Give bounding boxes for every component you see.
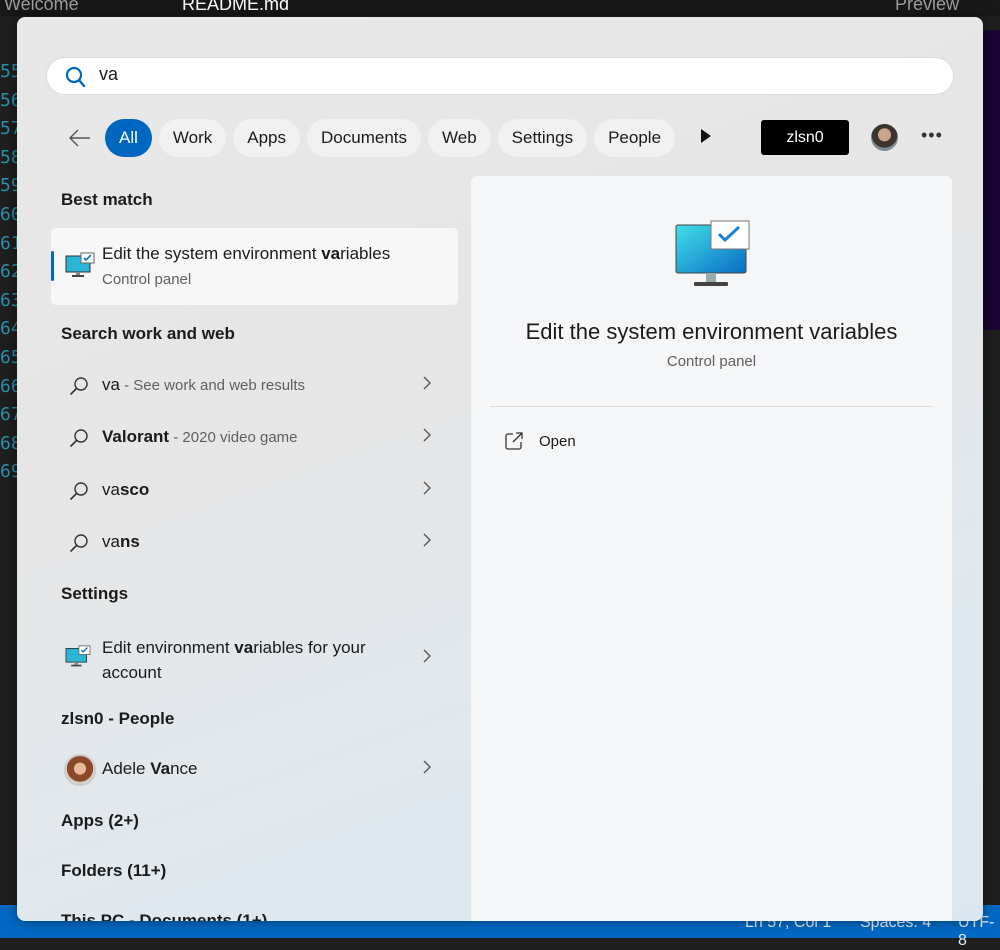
- filter-apps[interactable]: Apps: [233, 119, 301, 157]
- person-item[interactable]: Adele Vance: [51, 746, 458, 794]
- open-label: Open: [539, 432, 576, 450]
- selection-indicator: [51, 251, 54, 281]
- section-apps[interactable]: Apps (2+): [61, 811, 139, 831]
- suggestion-main: sco: [119, 480, 150, 499]
- preview-pane: Edit the system environment variables Co…: [471, 176, 952, 921]
- line-number: 68: [0, 432, 18, 454]
- account-button[interactable]: zlsn0: [761, 120, 849, 155]
- background-preview: [983, 30, 1000, 330]
- open-action[interactable]: Open: [505, 432, 576, 450]
- best-match-subtitle: Control panel: [102, 271, 192, 288]
- tab-welcome[interactable]: Welcome: [4, 0, 79, 15]
- suggestion-main: ns: [119, 532, 140, 551]
- line-number: 60: [0, 203, 18, 225]
- line-number: 64: [0, 318, 18, 340]
- tab-preview[interactable]: Preview README: [895, 0, 1000, 16]
- suggestion-prefix: va: [102, 532, 120, 551]
- line-number: 57: [0, 118, 18, 140]
- filter-work[interactable]: Work: [158, 119, 227, 157]
- preview-subtitle: Control panel: [666, 353, 757, 370]
- title-match: va: [321, 244, 341, 263]
- windows-search-panel: All Work Apps Documents Web Settings Peo…: [17, 17, 983, 921]
- search-icon: [65, 66, 86, 93]
- name-text: Adele: [102, 759, 151, 778]
- suggestion-detail: - See work and web results: [119, 377, 306, 394]
- chevron-right-icon: [423, 481, 431, 500]
- title-text: riables: [340, 244, 391, 263]
- filter-all[interactable]: All: [105, 119, 152, 157]
- more-options-icon[interactable]: •••: [921, 125, 943, 146]
- suggestion-main: va: [102, 375, 120, 394]
- section-documents[interactable]: This PC - Documents (1+): [61, 911, 267, 921]
- line-number: 63: [0, 289, 18, 311]
- chevron-right-icon: [423, 533, 431, 552]
- monitor-check-icon: [65, 645, 91, 674]
- chevron-right-icon: [423, 760, 431, 779]
- line-numbers: 55 56 57 58 59 60 61 62 63 64 65 66 67 68 69: [0, 58, 18, 487]
- filter-people[interactable]: People: [594, 119, 676, 157]
- web-suggestion[interactable]: vasco: [51, 467, 458, 515]
- filter-bar: All Work Apps Documents Web Settings Peo…: [62, 119, 720, 157]
- preview-title: Edit the system environment variables: [525, 319, 898, 344]
- filter-settings[interactable]: Settings: [497, 119, 588, 157]
- section-settings: Settings: [61, 584, 129, 603]
- section-folders[interactable]: Folders (11+): [61, 861, 166, 881]
- best-match-item[interactable]: Edit the system environment variables Co…: [51, 228, 458, 305]
- search-icon: [69, 428, 89, 453]
- person-avatar: [64, 754, 96, 786]
- search-icon: [69, 481, 89, 506]
- line-number: 69: [0, 461, 18, 483]
- chevron-right-icon: [423, 376, 431, 395]
- person-name: Adele Vance: [102, 759, 197, 779]
- line-number: 59: [0, 175, 18, 197]
- search-icon: [69, 376, 89, 401]
- user-avatar[interactable]: [871, 124, 898, 151]
- line-number: 61: [0, 232, 18, 254]
- web-suggestion[interactable]: Valorant - 2020 video game: [51, 414, 458, 462]
- section-best-match: Best match: [61, 190, 153, 209]
- chevron-right-icon: [423, 649, 431, 668]
- settings-item-title: Edit environment variables for your acco…: [102, 635, 392, 685]
- name-match: Va: [150, 759, 171, 778]
- line-number: 65: [0, 346, 18, 368]
- suggestion-main: Valorant: [102, 427, 170, 446]
- line-number: 56: [0, 89, 18, 111]
- back-button[interactable]: [62, 120, 98, 156]
- title-text: Edit environment: [102, 638, 235, 657]
- suggestion-prefix: va: [102, 480, 120, 499]
- search-input[interactable]: [99, 64, 899, 85]
- suggestion-text: vasco: [102, 480, 149, 500]
- open-external-icon: [505, 432, 523, 450]
- search-box[interactable]: [46, 57, 954, 95]
- suggestion-text: Valorant - 2020 video game: [102, 427, 298, 447]
- line-number: 55: [0, 61, 18, 82]
- line-number: 67: [0, 404, 18, 426]
- suggestion-text: va - See work and web results: [102, 375, 305, 395]
- filter-web[interactable]: Web: [428, 119, 491, 157]
- line-number: 66: [0, 375, 18, 397]
- suggestion-text: vans: [102, 532, 140, 552]
- monitor-check-large-icon: [675, 220, 751, 293]
- line-number: 62: [0, 261, 18, 283]
- filter-documents[interactable]: Documents: [307, 119, 421, 157]
- web-suggestion[interactable]: va - See work and web results: [51, 362, 458, 410]
- settings-item[interactable]: Edit environment variables for your acco…: [51, 629, 458, 685]
- name-text: nce: [170, 759, 198, 778]
- best-match-title: Edit the system environment variables: [102, 244, 390, 264]
- chevron-right-icon: [423, 428, 431, 447]
- arrow-left-icon: [69, 129, 90, 147]
- section-people: zlsn0 - People: [61, 709, 175, 728]
- editor-tabs: Welcome README.md Preview README: [0, 0, 1000, 16]
- monitor-check-icon: [65, 252, 95, 285]
- title-match: va: [234, 638, 254, 657]
- title-text: Edit the system environment: [102, 244, 322, 263]
- tab-readme[interactable]: README.md: [182, 0, 289, 15]
- divider: [490, 406, 933, 407]
- section-search-web: Search work and web: [61, 324, 235, 343]
- suggestion-detail: - 2020 video game: [169, 429, 298, 446]
- more-filters-play-icon[interactable]: [700, 128, 720, 149]
- line-number: 58: [0, 146, 18, 168]
- web-suggestion[interactable]: vans: [51, 519, 458, 567]
- search-icon: [69, 533, 89, 558]
